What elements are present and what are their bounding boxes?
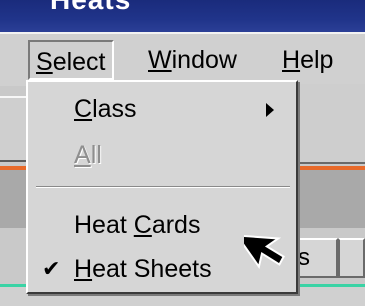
menu-item-heat-sheets-mnemonic: H: [74, 255, 93, 283]
menu-select[interactable]: Select: [28, 40, 114, 80]
menu-separator: [36, 186, 290, 188]
menu-item-class-label: Class: [74, 90, 137, 128]
menu-select-label: elect: [52, 48, 106, 76]
menu-item-all-mnemonic: A: [74, 141, 91, 169]
menu-help-label: elp: [300, 46, 334, 74]
background-tab-2[interactable]: [338, 238, 365, 278]
menu-select-mnemonic: S: [36, 48, 53, 76]
menu-window-mnemonic: W: [148, 46, 172, 74]
menu-item-class-text: lass: [92, 95, 137, 123]
menu-item-class-mnemonic: C: [74, 95, 93, 123]
toolbar-button-left[interactable]: [0, 96, 28, 162]
menu-help-mnemonic: H: [282, 46, 301, 74]
menu-item-heat-cards-text: ards: [151, 211, 201, 239]
menu-window[interactable]: Window: [142, 40, 243, 80]
menu-item-heat-sheets-text: eat Sheets: [92, 255, 212, 283]
menu-item-heat-cards-prefix: Heat: [74, 211, 134, 239]
menu-item-class[interactable]: Class: [28, 90, 296, 128]
check-icon: ✔: [42, 256, 61, 281]
menu-item-all-label: All: [74, 136, 102, 174]
menu-help[interactable]: Help: [276, 40, 339, 80]
window-title: Heats: [50, 0, 131, 16]
chevron-right-icon: [266, 103, 274, 117]
menu-item-heat-cards-label: Heat Cards: [74, 206, 200, 244]
menu-item-all-text: ll: [90, 141, 102, 169]
menu-window-label: indow: [171, 46, 237, 74]
menu-bar: Select Window Help: [0, 32, 365, 86]
window-title-bar: Heats: [0, 0, 365, 32]
menu-item-all[interactable]: All: [28, 136, 296, 174]
menu-item-heat-sheets-label: Heat Sheets: [74, 250, 212, 288]
toolbar-button-right[interactable]: [292, 84, 365, 164]
menu-item-heat-cards-mnemonic: C: [133, 211, 152, 239]
mouse-pointer-icon: [244, 234, 285, 270]
